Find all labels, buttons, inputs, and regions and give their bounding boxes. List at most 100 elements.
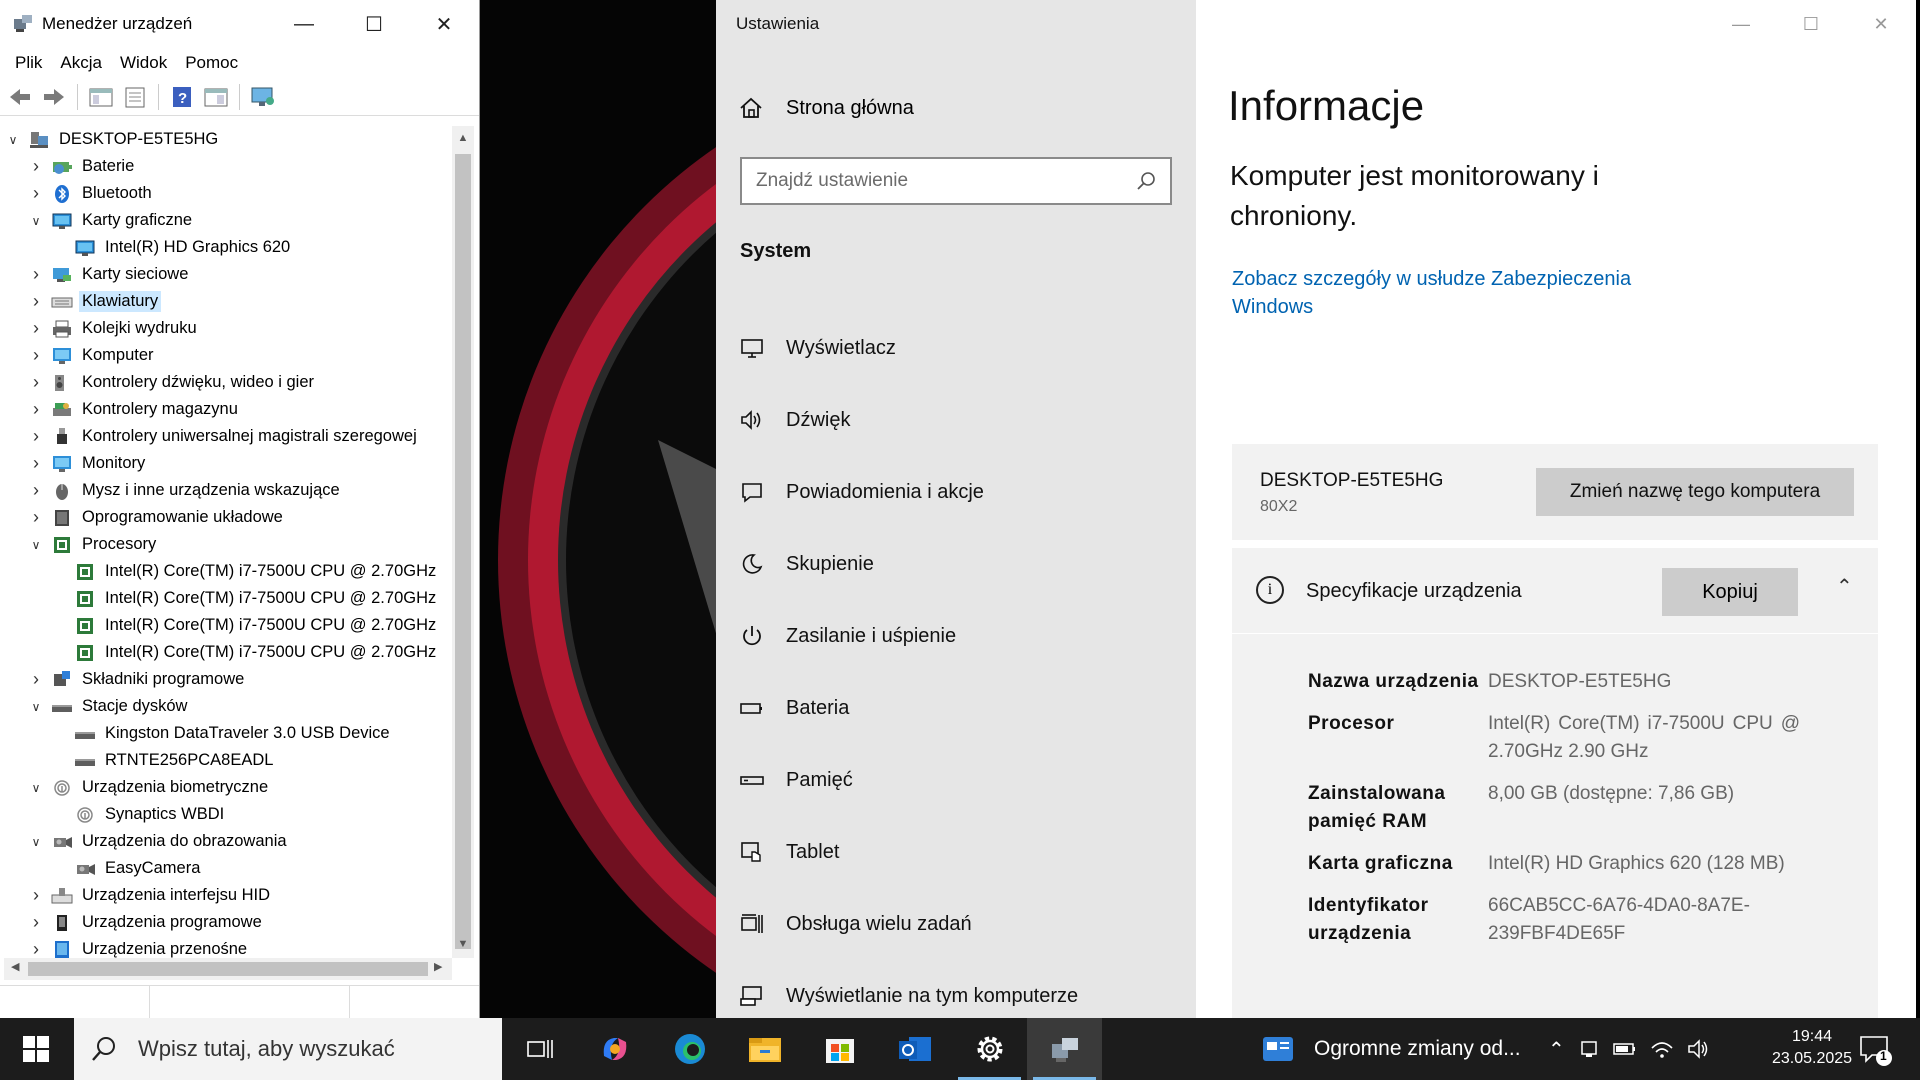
chevron-right-icon[interactable]: › <box>27 318 45 339</box>
wifi-icon[interactable] <box>1651 1040 1673 1058</box>
nav-item-2[interactable]: Dźwięk <box>738 384 1078 456</box>
tree-node[interactable]: Intel(R) Core(TM) i7-7500U CPU @ 2.70GHz <box>4 639 452 666</box>
minimize-button[interactable]: — <box>269 0 339 48</box>
help-icon[interactable]: ? <box>168 83 196 111</box>
tree-node[interactable]: › Kontrolery dźwięku, wideo i gier <box>4 369 452 396</box>
chevron-down-icon[interactable]: ∨ <box>4 133 22 147</box>
security-details-link[interactable]: Zobacz szczegóły w usłudze Zabezpieczeni… <box>1232 265 1692 321</box>
chevron-down-icon[interactable]: ∨ <box>27 538 45 552</box>
nav-item-1[interactable]: Wyświetlacz <box>738 312 1078 384</box>
maximize-button[interactable]: ☐ <box>339 0 409 48</box>
tree-node[interactable]: › Komputer <box>4 342 452 369</box>
home-link[interactable]: Strona główna <box>738 96 914 120</box>
menu-view[interactable]: Widok <box>111 53 176 73</box>
clock[interactable]: 19:44 23.05.2025 <box>1752 1026 1872 1070</box>
properties-icon[interactable] <box>121 83 149 111</box>
spec-header[interactable]: i Specyfikacje urządzenia Kopiuj ⌃ <box>1232 548 1878 634</box>
tree-node[interactable]: ∨ Karty graficzne <box>4 207 452 234</box>
chevron-right-icon[interactable]: › <box>27 291 45 312</box>
tree-node[interactable]: RTNTE256PCA8EADL <box>4 747 452 774</box>
tree-node[interactable]: Intel(R) Core(TM) i7-7500U CPU @ 2.70GHz <box>4 585 452 612</box>
chevron-right-icon[interactable]: › <box>27 912 45 933</box>
tree-node[interactable]: ∨ Stacje dysków <box>4 693 452 720</box>
chevron-down-icon[interactable]: ∨ <box>27 835 45 849</box>
tree-node[interactable]: › Baterie <box>4 153 452 180</box>
chevron-right-icon[interactable]: › <box>27 453 45 474</box>
tree-node[interactable]: › Składniki programowe <box>4 666 452 693</box>
tree-node[interactable]: Intel(R) Core(TM) i7-7500U CPU @ 2.70GHz <box>4 558 452 585</box>
tree-node[interactable]: Kingston DataTraveler 3.0 USB Device <box>4 720 452 747</box>
chevron-down-icon[interactable]: ∨ <box>27 214 45 228</box>
file-explorer-button[interactable] <box>727 1018 802 1080</box>
nav-item-3[interactable]: Powiadomienia i akcje <box>738 456 1078 528</box>
tree-node[interactable]: › Urządzenia przenośne <box>4 936 452 958</box>
chevron-right-icon[interactable]: › <box>27 264 45 285</box>
task-view-button[interactable] <box>502 1018 577 1080</box>
chevron-up-icon[interactable]: ⌃ <box>1548 1037 1565 1062</box>
tree-node[interactable]: › Oprogramowanie układowe <box>4 504 452 531</box>
tree-node[interactable]: ∨ Urządzenia biometryczne <box>4 774 452 801</box>
scroll-thumb[interactable] <box>455 154 471 949</box>
tree-node[interactable]: ∨ DESKTOP-E5TE5HG <box>4 126 452 153</box>
tree-node[interactable]: › Kontrolery uniwersalnej magistrali szer… <box>4 423 452 450</box>
show-hidden-icon[interactable] <box>202 83 230 111</box>
nav-item-9[interactable]: Obsługa wielu zadań <box>738 888 1078 960</box>
tree-node[interactable]: Synaptics WBDI <box>4 801 452 828</box>
nav-item-8[interactable]: Tablet <box>738 816 1078 888</box>
store-button[interactable] <box>802 1018 877 1080</box>
tree-node[interactable]: › Urządzenia programowe <box>4 909 452 936</box>
menu-help[interactable]: Pomoc <box>176 53 247 73</box>
nav-item-4[interactable]: Skupienie <box>738 528 1078 600</box>
tree-node[interactable]: Intel(R) HD Graphics 620 <box>4 234 452 261</box>
chevron-down-icon[interactable]: ∨ <box>27 781 45 795</box>
tree-node[interactable]: › Mysz i inne urządzenia wskazujące <box>4 477 452 504</box>
chevron-right-icon[interactable]: › <box>27 885 45 906</box>
minimize-button[interactable]: — <box>1706 0 1776 48</box>
rename-pc-button[interactable]: Zmień nazwę tego komputera <box>1536 468 1854 516</box>
tree-node[interactable]: › Monitory <box>4 450 452 477</box>
tree-node[interactable]: › Urządzenia interfejsu HID <box>4 882 452 909</box>
menu-action[interactable]: Akcja <box>51 53 111 73</box>
tree-node[interactable]: ∨ Procesory <box>4 531 452 558</box>
maximize-button[interactable]: ☐ <box>1776 0 1846 48</box>
tree-node[interactable]: Intel(R) Core(TM) i7-7500U CPU @ 2.70GHz <box>4 612 452 639</box>
nav-item-5[interactable]: Zasilanie i uśpienie <box>738 600 1078 672</box>
taskbar-search-box[interactable]: Wpisz tutaj, aby wyszukać <box>74 1018 502 1080</box>
menu-file[interactable]: Plik <box>6 53 51 73</box>
vertical-scrollbar[interactable]: ▲ ▼ <box>452 126 474 958</box>
chevron-right-icon[interactable]: › <box>27 480 45 501</box>
start-button[interactable] <box>0 1018 72 1080</box>
scroll-up-icon[interactable]: ▲ <box>452 132 474 144</box>
close-button[interactable]: ✕ <box>1846 0 1916 48</box>
scroll-right-icon[interactable]: ▶ <box>434 960 442 973</box>
settings-taskbar-button[interactable] <box>952 1018 1027 1080</box>
tree-node[interactable]: ∨ Urządzenia do obrazowania <box>4 828 452 855</box>
chevron-right-icon[interactable]: › <box>27 507 45 528</box>
chevron-right-icon[interactable]: › <box>27 426 45 447</box>
meet-now-icon[interactable] <box>1579 1039 1599 1059</box>
close-button[interactable]: ✕ <box>409 0 479 48</box>
device-manager-taskbar-button[interactable] <box>1027 1018 1102 1080</box>
settings-search-input[interactable]: Znajdź ustawienie <box>740 157 1172 205</box>
copilot-button[interactable] <box>577 1018 652 1080</box>
chevron-right-icon[interactable]: › <box>27 372 45 393</box>
scroll-down-icon[interactable]: ▼ <box>452 938 474 950</box>
back-arrow-icon[interactable] <box>6 83 34 111</box>
chevron-right-icon[interactable]: › <box>27 156 45 177</box>
chevron-right-icon[interactable]: › <box>27 939 45 958</box>
console-tree-icon[interactable] <box>87 83 115 111</box>
action-center-button[interactable]: 1 <box>1858 1032 1894 1068</box>
search-icon[interactable] <box>1136 171 1156 191</box>
chevron-right-icon[interactable]: › <box>27 345 45 366</box>
copy-button[interactable]: Kopiuj <box>1662 568 1798 616</box>
edge-button[interactable] <box>652 1018 727 1080</box>
scroll-left-icon[interactable]: ◀ <box>11 960 19 973</box>
tree-node[interactable]: › Karty sieciowe <box>4 261 452 288</box>
chevron-up-icon[interactable]: ⌃ <box>1836 574 1853 599</box>
scroll-thumb[interactable] <box>28 962 428 976</box>
outlook-button[interactable] <box>877 1018 952 1080</box>
nav-item-7[interactable]: Pamięć <box>738 744 1078 816</box>
tree-node[interactable]: › Kontrolery magazynu <box>4 396 452 423</box>
volume-icon[interactable] <box>1687 1039 1709 1059</box>
nav-item-6[interactable]: Bateria <box>738 672 1078 744</box>
